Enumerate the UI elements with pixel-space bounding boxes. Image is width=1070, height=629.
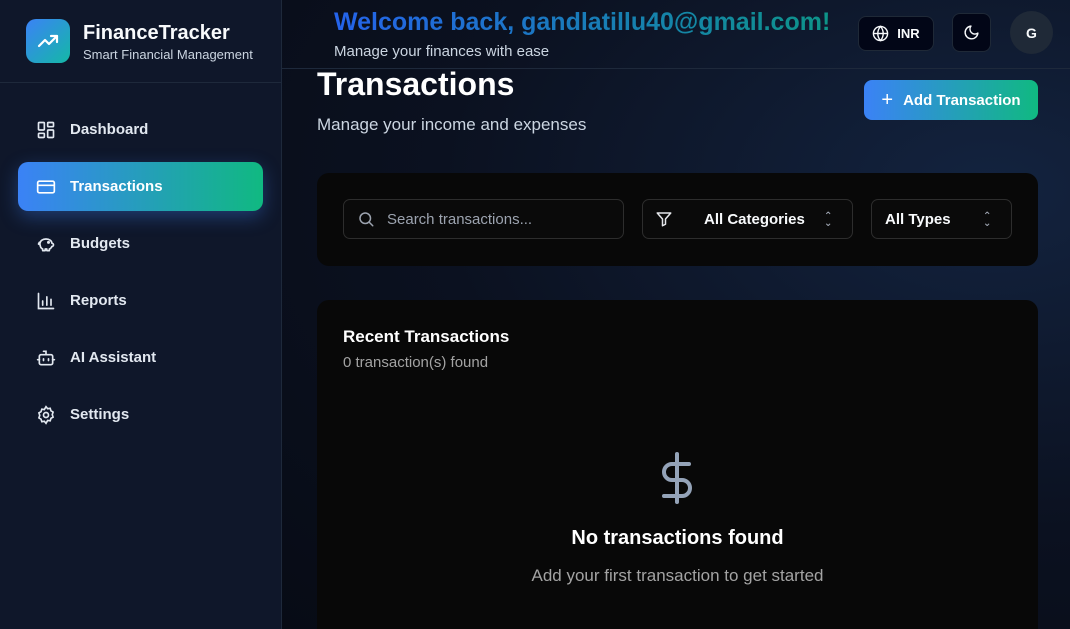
avatar[interactable]: G <box>1010 11 1053 54</box>
sidebar-item-ai-assistant[interactable]: AI Assistant <box>18 333 263 382</box>
moon-icon <box>963 24 980 41</box>
filter-icon <box>655 210 673 228</box>
piggy-bank-icon <box>35 233 57 255</box>
sidebar-item-transactions[interactable]: Transactions <box>18 162 263 211</box>
main-content: Welcome back, gandlatillu40@gmail.com! M… <box>282 0 1070 629</box>
gear-icon <box>35 404 57 426</box>
brand-subtitle: Smart Financial Management <box>83 46 253 62</box>
sidebar-item-label: AI Assistant <box>70 349 157 366</box>
page-subtitle: Manage your income and expenses <box>317 115 587 134</box>
credit-card-icon <box>35 176 57 198</box>
currency-label: INR <box>897 26 920 41</box>
bar-chart-icon <box>35 290 57 312</box>
sidebar-nav: Dashboard Transactions Budgets Reports A… <box>18 105 263 447</box>
sidebar-item-label: Reports <box>70 292 127 309</box>
transaction-count: 0 transaction(s) found <box>343 354 489 371</box>
chevron-up-down-icon: ⌃ ⌄ <box>983 211 992 229</box>
add-transaction-button[interactable]: + Add Transaction <box>864 80 1038 120</box>
empty-state-subtitle: Add your first transaction to get starte… <box>531 566 824 585</box>
sidebar-item-label: Budgets <box>70 235 130 252</box>
welcome-heading: Welcome back, gandlatillu40@gmail.com! <box>334 8 831 36</box>
add-transaction-label: Add Transaction <box>903 91 1021 109</box>
transactions-card: Recent Transactions 0 transaction(s) fou… <box>317 300 1038 629</box>
dollar-icon <box>657 452 697 509</box>
bot-icon <box>35 347 57 369</box>
search-placeholder: Search transactions... <box>387 210 533 228</box>
sidebar-item-dashboard[interactable]: Dashboard <box>18 105 263 154</box>
sidebar-item-label: Dashboard <box>70 121 149 138</box>
dashboard-icon <box>35 119 57 141</box>
sidebar-item-label: Settings <box>70 406 130 423</box>
sidebar-item-label: Transactions <box>70 178 163 195</box>
search-icon <box>357 210 375 228</box>
page-title: Transactions <box>317 66 515 102</box>
theme-toggle-button[interactable] <box>952 13 991 52</box>
type-select[interactable]: All Types ⌃ ⌄ <box>871 199 1012 239</box>
chevron-up-down-icon: ⌃ ⌄ <box>824 211 833 229</box>
category-select[interactable]: All Categories ⌃ ⌄ <box>642 199 853 239</box>
category-select-value: All Categories <box>704 210 805 228</box>
sidebar-item-settings[interactable]: Settings <box>18 390 263 439</box>
card-title: Recent Transactions <box>343 327 510 346</box>
search-input[interactable]: Search transactions... <box>343 199 624 239</box>
sidebar-item-budgets[interactable]: Budgets <box>18 219 263 268</box>
welcome-subtitle: Manage your finances with ease <box>334 43 550 60</box>
sidebar-item-reports[interactable]: Reports <box>18 276 263 325</box>
currency-button[interactable]: INR <box>858 16 934 51</box>
globe-icon <box>872 25 889 42</box>
brand[interactable]: FinanceTracker Smart Financial Managemen… <box>0 0 281 83</box>
trending-up-icon <box>26 19 70 63</box>
plus-icon: + <box>881 89 894 111</box>
topbar: Welcome back, gandlatillu40@gmail.com! M… <box>282 0 1070 69</box>
sidebar: FinanceTracker Smart Financial Managemen… <box>0 0 282 629</box>
filter-card: Search transactions... All Categories ⌃ ⌄… <box>317 173 1038 266</box>
empty-state-title: No transactions found <box>571 527 784 549</box>
brand-name: FinanceTracker <box>83 21 230 44</box>
type-select-value: All Types <box>885 210 951 228</box>
